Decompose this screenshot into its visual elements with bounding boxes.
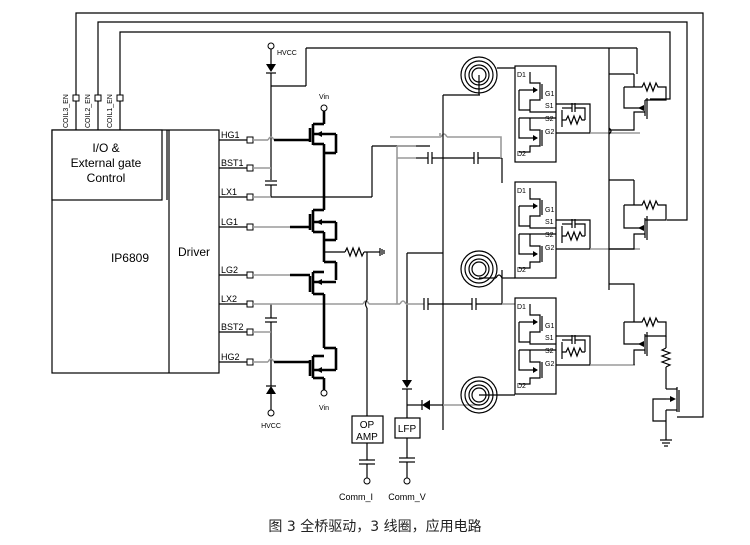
svg-text:G2: G2 (545, 245, 554, 252)
pin-hg2: HG2 (221, 352, 240, 362)
coil3-en-label: COIL3_EN (63, 94, 70, 128)
pin-lx2: LX2 (221, 294, 237, 304)
lfp-block: LFP Comm_V (388, 417, 426, 502)
gate-drive-network (608, 48, 680, 447)
coil2-en-pin (94, 94, 102, 102)
coil2-en-label: COIL2_EN (85, 94, 92, 128)
pin-bst2: BST2 (221, 322, 244, 332)
bootstrap-bottom: HVCC (253, 304, 281, 430)
vin-top-label: Vin (319, 94, 329, 101)
svg-text:OP: OP (360, 420, 375, 431)
pin-lx1: LX1 (221, 187, 237, 197)
coil1-en-pin (116, 94, 124, 102)
bootstrap-top: HVCC (253, 42, 638, 197)
coil-1 (460, 56, 515, 95)
driver-label: Driver (178, 245, 210, 259)
svg-text:AMP: AMP (356, 432, 378, 443)
svg-text:D1: D1 (517, 72, 526, 79)
circuit-diagram: COIL3_EN COIL2_EN COIL1_EN I/O & Externa… (51, 12, 704, 502)
comm-v-label: Comm_V (388, 492, 426, 502)
op-amp-block: OP AMP Comm_I (339, 415, 384, 502)
svg-text:LFP: LFP (398, 424, 417, 435)
io-label-line3: Control (87, 171, 126, 185)
coil-2 (460, 250, 515, 288)
coil-3 (460, 376, 515, 414)
svg-text:G1: G1 (545, 207, 554, 214)
vin-bottom-label: Vin (319, 405, 329, 412)
coil1-en-label: COIL1_EN (107, 94, 114, 128)
pin-lg1: LG1 (221, 217, 238, 227)
svg-text:S2: S2 (545, 116, 554, 123)
svg-text:S1: S1 (545, 103, 554, 110)
figure-caption: 图 3 全桥驱动，3 线圈，应用电路 (268, 519, 482, 535)
svg-text:G2: G2 (545, 129, 554, 136)
pin-hg1: HG1 (221, 130, 240, 140)
io-label-line2: External gate (71, 156, 142, 170)
hvcc-bottom-label: HVCC (261, 423, 281, 430)
svg-text:G2: G2 (545, 361, 554, 368)
hvcc-top-label: HVCC (277, 50, 297, 57)
svg-text:S1: S1 (545, 335, 554, 342)
pin-lg2: LG2 (221, 265, 238, 275)
switch-block-2: D1 G1 S1 S2 G2 D2 (514, 181, 640, 279)
svg-text:D1: D1 (517, 188, 526, 195)
svg-text:S1: S1 (545, 219, 554, 226)
pin-bst1: BST1 (221, 158, 244, 168)
io-label-line1: I/O & (92, 141, 119, 155)
svg-text:S2: S2 (545, 232, 554, 239)
comm-i-label: Comm_I (339, 492, 373, 502)
svg-text:G1: G1 (545, 323, 554, 330)
coil3-en-pin (72, 94, 80, 102)
driver-pins: HG1 BST1 LX1 LG1 LG2 LX2 BST2 HG2 (219, 130, 254, 366)
svg-text:D1: D1 (517, 304, 526, 311)
svg-text:S2: S2 (545, 348, 554, 355)
mosfet-bridge: Vin Vin (308, 94, 385, 416)
switch-block-1: D1 G1 S1 S2 G2 D2 (514, 65, 640, 163)
svg-text:G1: G1 (545, 91, 554, 98)
switch-block-3: D1 G1 S1 S2 G2 D2 (514, 297, 635, 395)
ic-name: IP6809 (111, 251, 149, 265)
